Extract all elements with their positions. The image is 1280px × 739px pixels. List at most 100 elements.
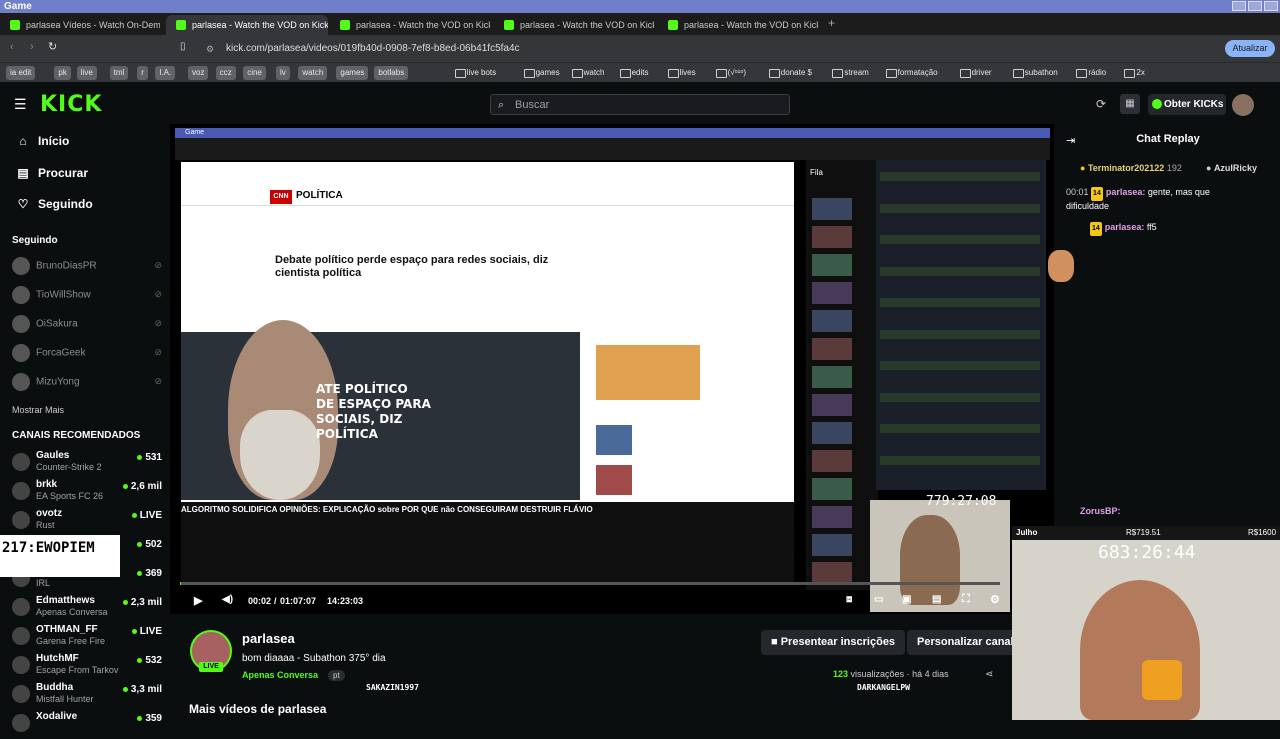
window-title: Game	[4, 1, 32, 12]
bookmark-item[interactable]: games	[522, 66, 564, 80]
bookmark-item[interactable]: games	[336, 66, 369, 80]
settings-icon[interactable]: ⚙	[990, 593, 1000, 606]
bookmark-item[interactable]: stream	[830, 66, 872, 80]
theater-icon[interactable]: ▭	[874, 594, 883, 605]
sidebar-article-image	[596, 425, 632, 455]
show-more-link[interactable]: Mostrar Mais	[12, 405, 64, 415]
following-channel[interactable]: BrunoDiasPR ⊘	[12, 257, 162, 275]
bookmark-item[interactable]: rádio	[1074, 66, 1110, 80]
bookmark-item[interactable]: edits	[618, 66, 653, 80]
overlay-chat-line	[880, 414, 1040, 423]
bookmark-item[interactable]: watch	[298, 66, 328, 80]
following-channel[interactable]: ForcaGeek ⊘	[12, 344, 162, 362]
browser-tab-4[interactable]: parlasea - Watch the VOD on Kick	[494, 15, 654, 35]
share-icon[interactable]: ⋖	[985, 669, 993, 680]
queue-label: Fila	[810, 168, 823, 177]
maximize-button[interactable]	[1248, 1, 1262, 11]
progress-bar[interactable]	[180, 582, 1000, 585]
bookmark-item[interactable]: lives	[666, 66, 700, 80]
bookmark-item[interactable]: cine	[243, 66, 266, 80]
bookmark-item[interactable]: watch	[570, 66, 609, 80]
new-tab-icon[interactable]: +	[828, 16, 835, 30]
clip-icon[interactable]: ⧈	[846, 594, 852, 605]
volume-icon[interactable]: ◀)	[222, 594, 233, 605]
search-input[interactable]: ⌕ Buscar	[490, 94, 790, 115]
bookmark-item[interactable]: formatação	[884, 66, 942, 80]
following-channel[interactable]: OiSakura ⊘	[12, 315, 162, 333]
nav-inicio[interactable]: ⌂ Início	[16, 134, 69, 148]
fullscreen-icon[interactable]: ⛶	[962, 593, 970, 606]
recommended-channel[interactable]: brkk EA Sports FC 26 2,6 mil	[12, 479, 162, 507]
layout-icon[interactable]: ▦	[1120, 94, 1140, 114]
recommended-channel[interactable]: HutchMF Escape From Tarkov 532	[12, 653, 162, 681]
minimize-button[interactable]	[1232, 1, 1246, 11]
close-window-button[interactable]	[1264, 1, 1278, 11]
bookmark-item[interactable]: pk	[54, 66, 71, 80]
heart-icon: ♡	[17, 197, 29, 211]
bookmark-item[interactable]: donate $	[767, 66, 816, 80]
refresh-icon[interactable]: ⟳	[1096, 97, 1106, 111]
site-info-icon[interactable]: ⚙	[206, 40, 214, 58]
browser-tab-1[interactable]: parlasea Vídeos - Watch On-Demand	[0, 15, 160, 35]
bookmark-item[interactable]: driver	[958, 66, 996, 80]
nav-seguindo[interactable]: ♡ Seguindo	[16, 197, 93, 211]
channel-name: Xodalive	[36, 711, 78, 722]
bookmark-item[interactable]: voz	[188, 66, 209, 80]
bookmark-item[interactable]: r	[137, 66, 148, 80]
customize-channel-button[interactable]: Personalizar canal	[907, 630, 1012, 655]
menu-icon[interactable]: ☰	[14, 96, 27, 113]
bookmark-item[interactable]: ia edit	[6, 66, 36, 80]
play-icon[interactable]: ▶	[194, 594, 202, 607]
browser-tab-5[interactable]: parlasea - Watch the VOD on Kick	[658, 15, 818, 35]
gift-subs-button[interactable]: ■ Presentear inscrições	[761, 630, 906, 655]
channel-name: TioWillShow	[36, 289, 91, 301]
recommended-channel[interactable]: Xodalive 359	[12, 711, 162, 739]
reload-icon[interactable]: ↻	[48, 40, 57, 53]
user-avatar[interactable]	[1232, 94, 1254, 116]
obter-kicks-button[interactable]: Obter KICKs	[1148, 94, 1226, 115]
url-field[interactable]: ⚙ kick.com/parlasea/videos/019fb40d-0908…	[200, 40, 780, 58]
following-channel[interactable]: TioWillShow ⊘	[12, 286, 162, 304]
forward-icon[interactable]: ›	[30, 41, 34, 53]
miniplayer-icon[interactable]: ▤	[932, 594, 941, 605]
bookmark-item[interactable]: I.A.	[155, 66, 176, 80]
bookmark-item[interactable]: tml	[109, 66, 129, 80]
notification-off-icon: ⊘	[154, 376, 162, 386]
bookmark-icon[interactable]: ▯	[180, 41, 186, 52]
recommended-channel[interactable]: OTHMAN_FF Garena Free Fire LIVE	[12, 624, 162, 652]
cnn-logo: CNN	[270, 190, 292, 204]
update-button[interactable]: Atualizar	[1225, 40, 1275, 57]
bookmark-item[interactable]: live	[76, 66, 97, 80]
bookmark-item[interactable]: subathon	[1011, 66, 1062, 80]
streamer-name[interactable]: parlasea	[242, 631, 295, 646]
viewer-count: LIVE	[132, 510, 162, 521]
recommended-channel[interactable]: Buddha Mistfall Hunter 3,3 mil	[12, 682, 162, 710]
camera-titlebar: Julho R$719.51 R$1600	[1012, 526, 1280, 540]
recommended-channel[interactable]: Edmatthews Apenas Conversa 2,3 mil	[12, 595, 162, 623]
back-icon[interactable]: ‹	[10, 41, 14, 53]
bookmark-item[interactable]: (√ᵒ¹ᵒ)	[714, 66, 750, 80]
bookmark-item[interactable]: ccz	[215, 66, 236, 80]
bookmark-item[interactable]: live bots	[453, 66, 500, 80]
channel-name: Gaules	[36, 450, 70, 461]
browser-tab-active[interactable]: parlasea - Watch the VOD on Kick	[166, 15, 328, 35]
language-tag[interactable]: pt	[328, 670, 345, 681]
queue-thumbnail	[812, 450, 852, 472]
following-channel[interactable]: MizuYong ⊘	[12, 373, 162, 391]
nav-procurar[interactable]: ▤ Procurar	[16, 166, 88, 180]
stream-category[interactable]: Apenas Conversa	[242, 670, 318, 680]
avatar	[12, 344, 30, 362]
bookmark-item[interactable]: 2x	[1122, 66, 1148, 80]
sidebar-article-image	[596, 465, 632, 495]
pip-icon[interactable]: ▣	[902, 594, 911, 605]
channel-name: ovotz	[36, 508, 63, 519]
bookmark-item[interactable]: lv	[276, 66, 290, 80]
bookmark-item[interactable]: botlabs	[374, 66, 409, 80]
kick-logo[interactable]: KICK	[40, 92, 102, 117]
recommended-channel[interactable]: ovotz Rust LIVE	[12, 508, 162, 536]
tab-label: parlasea - Watch the VOD on Kick	[192, 20, 328, 30]
browser-tab-3[interactable]: parlasea - Watch the VOD on Kick	[330, 15, 490, 35]
overlay-chat-line	[880, 256, 1040, 265]
recommended-channel[interactable]: Gaules Counter-Strike 2 531	[12, 450, 162, 478]
overlay-chat-line	[880, 455, 1040, 465]
